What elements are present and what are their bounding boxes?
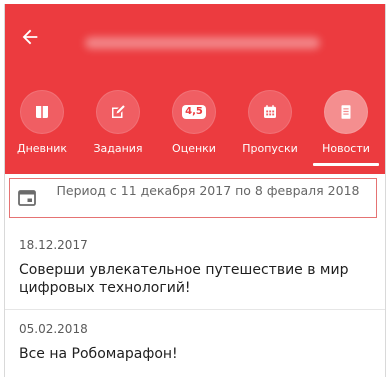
tab-label: Дневник [16,142,68,155]
tab-news[interactable]: Новости [309,90,383,166]
tab-absences[interactable]: Пропуски [233,90,307,166]
grades-icon: 4,5 [172,90,216,134]
tab-bar: Дневник Задания 4,5 Оценки Пропуски Ново… [5,90,385,166]
tab-grades[interactable]: 4,5 Оценки [157,90,231,166]
news-title: Соверши увлекательное путешествие в мир … [19,262,349,296]
blurred-title [85,37,320,49]
tab-label: Задания [93,142,143,155]
app-frame: Дневник Задания 4,5 Оценки Пропуски Ново… [4,4,386,377]
news-icon [324,90,368,134]
news-title: Все на Робомарафон! [19,346,178,362]
tab-label: Новости [322,142,370,155]
diary-icon [20,90,64,134]
news-date: 18.12.2017 [19,238,88,252]
news-date: 05.02.2018 [19,322,88,336]
period-filter[interactable]: Период с 11 декабря 2017 по 8 февраля 20… [9,178,377,218]
calendar-small-icon [18,190,36,206]
grade-badge: 4,5 [182,105,206,119]
tab-label: Оценки [172,142,216,155]
news-item[interactable]: 18.12.2017 Соверши увлекательное путешес… [5,226,385,306]
calendar-icon [248,90,292,134]
back-arrow-icon [22,29,38,45]
news-item[interactable]: 05.02.2018 Все на Робомарафон! [5,310,385,377]
tab-label: Пропуски [242,142,298,155]
tab-diary[interactable]: Дневник [5,90,79,166]
active-tab-indicator [313,163,379,166]
edit-task-icon [96,90,140,134]
back-button[interactable] [19,26,47,54]
period-text: Период с 11 декабря 2017 по 8 февраля 20… [56,183,360,198]
tab-tasks[interactable]: Задания [81,90,155,166]
app-header: Дневник Задания 4,5 Оценки Пропуски Ново… [5,4,385,174]
